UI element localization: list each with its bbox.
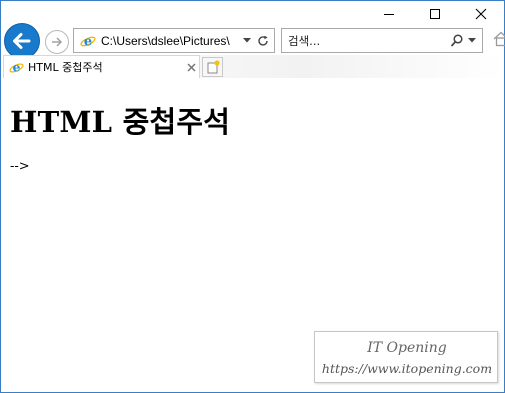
close-icon [475, 8, 487, 20]
page-heading: HTML 중첩주석 [10, 105, 231, 139]
home-icon [493, 31, 505, 47]
address-dropdown-button[interactable] [241, 31, 253, 51]
svg-text:e: e [12, 60, 20, 74]
back-button[interactable] [4, 23, 40, 59]
tab-active[interactable]: e HTML 중첩주석 [3, 55, 200, 78]
tab-strip: e HTML 중첩주석 [1, 55, 504, 78]
refresh-icon [258, 35, 268, 46]
search-bar[interactable] [281, 28, 483, 53]
back-arrow-icon [13, 33, 31, 49]
forward-arrow-icon [52, 37, 62, 47]
svg-text:e: e [84, 34, 92, 49]
ie-page-icon: e [79, 32, 97, 50]
ie-tab-icon: e [8, 59, 24, 75]
page-content: HTML 중첩주석 --> IT Opening https://www.ito… [1, 78, 504, 392]
tab-close-button[interactable] [184, 60, 198, 74]
close-icon [186, 62, 196, 72]
refresh-button[interactable] [255, 31, 271, 51]
browser-window: e C:\Users\dslee\Pictures\ 검색... e HTML … [0, 0, 505, 393]
tab-title: HTML 중첩주석 [28, 61, 103, 74]
chevron-down-icon [243, 38, 251, 43]
navigation-bar: e C:\Users\dslee\Pictures\ [1, 23, 505, 59]
maximize-icon [430, 9, 440, 19]
watermark-title: IT Opening [367, 340, 447, 356]
address-bar[interactable]: e C:\Users\dslee\Pictures\ [73, 28, 275, 53]
watermark-url: https://www.itopening.com [321, 361, 493, 376]
chevron-down-icon [468, 38, 476, 43]
page-body-text: --> [10, 159, 30, 174]
address-text[interactable]: C:\Users\dslee\Pictures\ [101, 34, 239, 48]
search-input[interactable] [288, 33, 438, 48]
new-tab-button[interactable] [202, 57, 223, 77]
forward-button[interactable] [45, 30, 69, 54]
watermark-box: IT Opening https://www.itopening.com [314, 331, 498, 383]
new-tab-icon [207, 60, 220, 74]
search-icon [451, 34, 463, 47]
home-button[interactable] [493, 31, 505, 49]
search-provider-dropdown[interactable] [466, 33, 478, 49]
search-button[interactable] [450, 33, 464, 49]
minimize-icon [384, 14, 394, 15]
